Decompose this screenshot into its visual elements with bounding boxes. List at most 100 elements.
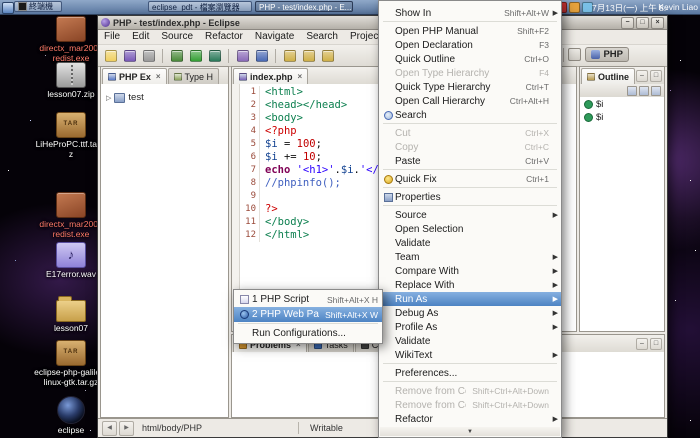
taskbar-clock[interactable]: 7月13日(一) 上午 8:40 xyxy=(592,2,668,14)
submenu-item-1-php-script[interactable]: 1 PHP ScriptShift+Alt+X H xyxy=(234,292,382,307)
forward-button[interactable] xyxy=(319,47,336,64)
menubar-source[interactable]: Source xyxy=(155,30,199,44)
package-icon xyxy=(56,192,86,218)
menu-item-source[interactable]: Source▶ xyxy=(379,208,561,222)
menubar-navigate[interactable]: Navigate xyxy=(249,30,300,44)
submenu-arrow-icon: ▶ xyxy=(549,309,558,317)
package-icon xyxy=(56,16,86,42)
line-number: 6 xyxy=(240,151,260,164)
outline-item[interactable]: $i xyxy=(580,110,664,123)
minimize-view-icon[interactable]: – xyxy=(636,70,648,82)
menu-item-open-declaration[interactable]: Open DeclarationF3 xyxy=(379,38,561,52)
maximize-view-icon[interactable]: □ xyxy=(650,338,662,350)
expand-arrow-icon[interactable]: ▷ xyxy=(106,94,111,102)
menu-item-cut[interactable]: CutCtrl+X xyxy=(379,126,561,140)
updates-icon[interactable] xyxy=(569,2,580,13)
menu-item-label: Quick Outline xyxy=(395,54,518,65)
menu-item-team[interactable]: Team▶ xyxy=(379,250,561,264)
outline-item[interactable]: $i xyxy=(580,97,664,110)
menu-item-quick-type-hierarchy[interactable]: Quick Type HierarchyCtrl+T xyxy=(379,80,561,94)
minimize-button[interactable]: − xyxy=(621,17,634,29)
taskbar-user[interactable]: Kevin Liao xyxy=(658,2,698,12)
outline-tab[interactable]: Outline xyxy=(581,68,635,84)
editor-tab-index-php[interactable]: index.php × xyxy=(233,68,308,84)
maximize-view-icon[interactable]: □ xyxy=(650,70,662,82)
menu-item-replace-with[interactable]: Replace With▶ xyxy=(379,278,561,292)
menubar-file[interactable]: File xyxy=(98,30,126,44)
menubar-refactor[interactable]: Refactor xyxy=(199,30,249,44)
forward-nav-icon[interactable]: ▶ xyxy=(119,421,134,436)
menu-item-refactor[interactable]: Refactor▶ xyxy=(379,412,561,426)
menu-item-remove-from-context[interactable]: Remove from ContextShift+Ctrl+Alt+Down xyxy=(379,384,561,398)
menu-item-open-php-manual[interactable]: Open PHP ManualShift+F2 xyxy=(379,24,561,38)
explorer-tab-php-ex[interactable]: PHP Ex× xyxy=(102,68,167,84)
line-number: 1 xyxy=(240,86,260,99)
menu-item-paste[interactable]: PasteCtrl+V xyxy=(379,154,561,168)
open-perspective-icon[interactable] xyxy=(568,48,581,61)
back-nav-icon[interactable]: ◀ xyxy=(102,421,117,436)
menu-item-gutter xyxy=(381,193,395,202)
menu-scroll-down[interactable]: ▼ xyxy=(380,427,560,436)
taskbar-item-file-browser[interactable]: eclipse_pdt - 檔案瀏覽器 xyxy=(148,1,252,12)
save-button[interactable] xyxy=(121,47,138,64)
debug-button[interactable] xyxy=(168,47,185,64)
menu-item-open-call-hierarchy[interactable]: Open Call HierarchyCtrl+Alt+H xyxy=(379,94,561,108)
menu-item-properties[interactable]: Properties xyxy=(379,190,561,204)
minimize-view-icon[interactable]: – xyxy=(636,338,648,350)
php-explorer-icon xyxy=(108,73,116,81)
menu-item-copy[interactable]: CopyCtrl+C xyxy=(379,140,561,154)
run-button[interactable] xyxy=(187,47,204,64)
submenu-item-2-php-web-page[interactable]: 2 PHP Web PageShift+Alt+X W xyxy=(234,307,382,322)
outline-items: $i$i xyxy=(580,97,664,331)
menu-item-wikitext[interactable]: WikiText▶ xyxy=(379,348,561,362)
code-token: += xyxy=(278,151,303,163)
submenu-item-run-configurations[interactable]: Run Configurations... xyxy=(234,326,382,341)
menu-separator xyxy=(383,381,557,382)
explorer-tab-type-h[interactable]: Type H xyxy=(168,68,220,84)
menu-item-debug-as[interactable]: Debug As▶ xyxy=(379,306,561,320)
taskbar-item-eclipse[interactable]: PHP - test/index.php - E... xyxy=(255,1,353,12)
print-button[interactable] xyxy=(140,47,157,64)
menu-item-quick-fix[interactable]: Quick FixCtrl+1 xyxy=(379,172,561,186)
menubar-search[interactable]: Search xyxy=(300,30,344,44)
close-icon[interactable]: × xyxy=(298,72,303,81)
menu-item-validate[interactable]: Validate xyxy=(379,236,561,250)
new-wizard-button[interactable] xyxy=(102,47,119,64)
new-php-file-button[interactable] xyxy=(234,47,251,64)
menu-item-label: Remove from Context xyxy=(395,400,466,411)
outline-toolbar xyxy=(580,84,664,98)
menu-item-gutter xyxy=(236,310,252,319)
view-menu-icon[interactable] xyxy=(651,86,661,96)
filter-icon[interactable] xyxy=(639,86,649,96)
menubar-edit[interactable]: Edit xyxy=(126,30,155,44)
menu-item-quick-outline[interactable]: Quick OutlineCtrl+O xyxy=(379,52,561,66)
menu-item-profile-as[interactable]: Profile As▶ xyxy=(379,320,561,334)
maximize-button[interactable]: □ xyxy=(636,17,649,29)
menu-item-search[interactable]: Search xyxy=(379,108,561,122)
back-button[interactable] xyxy=(300,47,317,64)
menu-item-open-selection[interactable]: Open Selection xyxy=(379,222,561,236)
external-tools-button[interactable] xyxy=(206,47,223,64)
last-edit-location-button[interactable] xyxy=(281,47,298,64)
tree-item-test[interactable]: ▷test xyxy=(101,84,228,103)
search-button[interactable] xyxy=(253,47,270,64)
menu-item-open-type-hierarchy[interactable]: Open Type HierarchyF4 xyxy=(379,66,561,80)
taskbar-item-terminal[interactable]: 終端機 xyxy=(14,1,62,12)
menu-item-validate[interactable]: Validate xyxy=(379,334,561,348)
menu-item-compare-with[interactable]: Compare With▶ xyxy=(379,264,561,278)
code-token: '<h1>' xyxy=(297,164,335,176)
menu-item-preferences[interactable]: Preferences... xyxy=(379,366,561,380)
menu-item-label: Quick Type Hierarchy xyxy=(395,82,520,93)
editor-tab-label: index.php xyxy=(250,72,293,82)
sort-icon[interactable] xyxy=(627,86,637,96)
php-perspective-button[interactable]: PHP xyxy=(585,47,629,62)
menu-item-show-in[interactable]: Show InShift+Alt+W▶ xyxy=(379,6,561,20)
menu-item-remove-from-context[interactable]: Remove from ContextShift+Ctrl+Alt+Down xyxy=(379,398,561,412)
menu-item-run-as[interactable]: Run As▶ xyxy=(379,292,561,306)
menu-item-label: Open Selection xyxy=(395,224,543,235)
close-button[interactable]: × xyxy=(651,17,664,29)
outline-item-label: $i xyxy=(596,99,603,110)
close-icon[interactable]: × xyxy=(156,72,161,81)
outline-tab-row: Outline – □ xyxy=(580,67,664,85)
panel-menu-icon[interactable] xyxy=(2,2,14,14)
